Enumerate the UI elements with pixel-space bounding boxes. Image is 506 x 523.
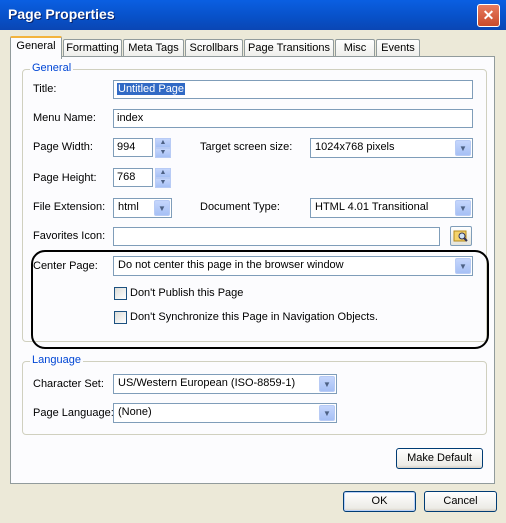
language-group-label: Language <box>30 354 83 366</box>
general-group-label: General <box>30 62 74 74</box>
title-field[interactable]: Untitled Page <box>113 80 473 99</box>
page-height-spinner[interactable]: ▲ ▼ <box>155 168 171 188</box>
center-page-value: Do not center this page in the browser w… <box>118 259 344 271</box>
page-language-label: Page Language: <box>33 407 114 419</box>
document-type-select[interactable]: HTML 4.01 Transitional ▼ <box>310 198 473 218</box>
title-value: Untitled Page <box>117 83 186 95</box>
target-screen-label: Target screen size: <box>200 141 293 153</box>
tab-events[interactable]: Events <box>376 39 420 57</box>
tab-meta-tags[interactable]: Meta Tags <box>123 39 184 57</box>
make-default-button[interactable]: Make Default <box>396 448 483 469</box>
spin-up-icon[interactable]: ▲ <box>155 138 171 148</box>
document-type-label: Document Type: <box>200 201 280 213</box>
document-type-value: HTML 4.01 Transitional <box>315 201 429 213</box>
language-group <box>22 361 487 435</box>
window-title: Page Properties <box>8 6 115 22</box>
tab-general[interactable]: General <box>10 36 62 59</box>
target-screen-select[interactable]: 1024x768 pixels ▼ <box>310 138 473 158</box>
tab-page-transitions[interactable]: Page Transitions <box>244 39 334 57</box>
close-icon[interactable]: ✕ <box>477 4 500 27</box>
page-properties-dialog: Page Properties ✕ General Formatting Met… <box>0 0 506 523</box>
target-screen-value: 1024x768 pixels <box>315 141 395 153</box>
browse-icon <box>453 230 468 242</box>
file-extension-value: html <box>118 201 139 213</box>
file-extension-select[interactable]: html ▼ <box>113 198 172 218</box>
chevron-down-icon[interactable]: ▼ <box>455 140 471 156</box>
character-set-select[interactable]: US/Western European (ISO-8859-1) ▼ <box>113 374 337 394</box>
chevron-down-icon[interactable]: ▼ <box>455 258 471 274</box>
menu-name-field[interactable]: index <box>113 109 473 128</box>
chevron-down-icon[interactable]: ▼ <box>319 405 335 421</box>
menu-name-label: Menu Name: <box>33 112 96 124</box>
spin-down-icon[interactable]: ▼ <box>155 148 171 158</box>
chevron-down-icon[interactable]: ▼ <box>154 200 170 216</box>
page-language-value: (None) <box>118 406 152 418</box>
character-set-value: US/Western European (ISO-8859-1) <box>118 377 296 389</box>
tab-scrollbars[interactable]: Scrollbars <box>185 39 243 57</box>
spin-down-icon[interactable]: ▼ <box>155 178 171 188</box>
dont-publish-label[interactable]: Don't Publish this Page <box>130 287 243 299</box>
file-extension-label: File Extension: <box>33 201 106 213</box>
dont-sync-label[interactable]: Don't Synchronize this Page in Navigatio… <box>130 311 378 323</box>
page-width-field[interactable]: 994 <box>113 138 153 157</box>
page-language-select[interactable]: (None) ▼ <box>113 403 337 423</box>
title-label: Title: <box>33 83 57 95</box>
favorites-icon-label: Favorites Icon: <box>33 230 106 242</box>
tab-misc[interactable]: Misc <box>335 39 375 57</box>
title-bar[interactable]: Page Properties ✕ <box>0 0 506 30</box>
dont-publish-checkbox[interactable] <box>114 287 127 300</box>
character-set-label: Character Set: <box>33 378 104 390</box>
tab-formatting[interactable]: Formatting <box>63 39 122 57</box>
chevron-down-icon[interactable]: ▼ <box>455 200 471 216</box>
page-width-spinner[interactable]: ▲ ▼ <box>155 138 171 158</box>
center-page-label: Center Page: <box>33 260 98 272</box>
page-height-label: Page Height: <box>33 172 97 184</box>
cancel-button[interactable]: Cancel <box>424 491 497 512</box>
spin-up-icon[interactable]: ▲ <box>155 168 171 178</box>
favorites-icon-field[interactable] <box>113 227 440 246</box>
center-page-select[interactable]: Do not center this page in the browser w… <box>113 256 473 276</box>
browse-button[interactable] <box>450 226 472 246</box>
ok-button[interactable]: OK <box>343 491 416 512</box>
dont-sync-checkbox[interactable] <box>114 311 127 324</box>
page-height-field[interactable]: 768 <box>113 168 153 187</box>
page-width-label: Page Width: <box>33 141 93 153</box>
chevron-down-icon[interactable]: ▼ <box>319 376 335 392</box>
